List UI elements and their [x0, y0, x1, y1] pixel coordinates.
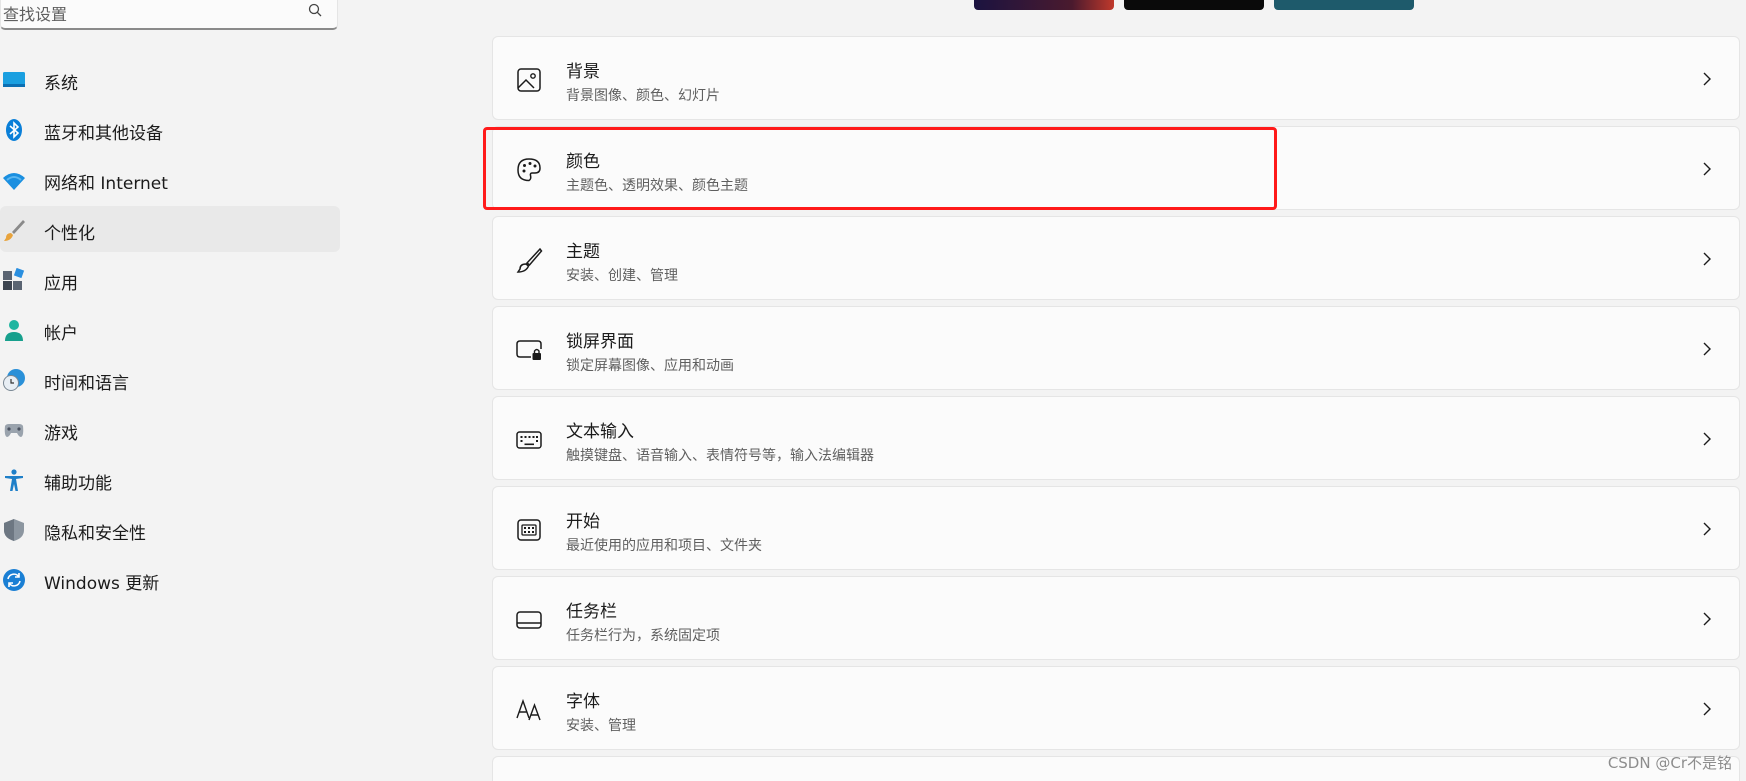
palette-icon [517, 158, 541, 182]
setting-card-subtitle: 安装、管理 [566, 718, 636, 734]
sidebar-item-personalization[interactable]: 个性化 [0, 206, 340, 252]
bluetooth-icon [6, 119, 22, 141]
chevron-right-icon [1703, 432, 1711, 446]
setting-card-subtitle: 安装、创建、管理 [566, 268, 678, 284]
sidebar-item-accounts[interactable]: 帐户 [0, 306, 340, 352]
setting-card-title: 主题 [566, 242, 600, 262]
setting-card-fonts[interactable]: 字体 安装、管理 [492, 666, 1740, 750]
setting-card-subtitle: 背景图像、颜色、幻灯片 [566, 88, 720, 104]
monitor-icon [3, 72, 25, 87]
setting-card-start[interactable]: 开始 最近使用的应用和项目、文件夹 [492, 486, 1740, 570]
person-icon [5, 320, 23, 341]
search-box[interactable]: 查找设置 [0, 0, 338, 30]
sidebar-item-label: 应用 [44, 274, 78, 294]
sidebar-nav: 系统 蓝牙和其他设备 网络和 Internet 个性化 应用 帐户 时间和语言 … [0, 56, 340, 606]
chevron-right-icon [1703, 612, 1711, 626]
search-placeholder: 查找设置 [3, 5, 68, 24]
setting-card-lock-screen[interactable]: 锁屏界面 锁定屏幕图像、应用和动画 [492, 306, 1740, 390]
sidebar-item-label: 系统 [44, 74, 78, 94]
sidebar-item-label: 时间和语言 [44, 374, 129, 394]
setting-card-colors[interactable]: 颜色 主题色、透明效果、颜色主题 [492, 126, 1740, 210]
setting-card-subtitle: 主题色、透明效果、颜色主题 [566, 178, 748, 194]
sidebar-item-label: Windows 更新 [44, 574, 160, 594]
apps-icon [3, 268, 25, 290]
globe-clock-icon [3, 369, 25, 391]
setting-card-background[interactable]: 背景 背景图像、颜色、幻灯片 [492, 36, 1740, 120]
sidebar-item-label: 网络和 Internet [44, 174, 168, 194]
sidebar-item-label: 个性化 [44, 224, 95, 244]
shield-icon [4, 519, 24, 541]
theme-thumbnail[interactable] [1124, 0, 1264, 10]
setting-card-subtitle: 最近使用的应用和项目、文件夹 [566, 538, 762, 554]
font-icon [516, 698, 541, 721]
chevron-right-icon [1703, 162, 1711, 176]
wifi-icon [3, 173, 25, 190]
setting-card-text-input[interactable]: 文本输入 触摸键盘、语音输入、表情符号等，输入法编辑器 [492, 396, 1740, 480]
search-icon[interactable] [307, 2, 323, 18]
sidebar-item-label: 辅助功能 [44, 474, 112, 494]
chevron-right-icon [1703, 522, 1711, 536]
sidebar-item-network[interactable]: 网络和 Internet [0, 156, 340, 202]
setting-card-title: 文本输入 [566, 422, 634, 442]
keyboard-icon [516, 431, 542, 449]
chevron-right-icon [1703, 252, 1711, 266]
setting-card-subtitle: 触摸键盘、语音输入、表情符号等，输入法编辑器 [566, 448, 874, 464]
image-icon [517, 68, 541, 92]
update-icon [3, 569, 25, 591]
setting-card-taskbar[interactable]: 任务栏 任务栏行为，系统固定项 [492, 576, 1740, 660]
sidebar-item-apps[interactable]: 应用 [0, 256, 340, 302]
setting-card-subtitle: 锁定屏幕图像、应用和动画 [566, 358, 734, 374]
sidebar-item-label: 隐私和安全性 [44, 524, 146, 544]
setting-card-subtitle: 任务栏行为，系统固定项 [566, 628, 720, 644]
setting-card-themes[interactable]: 主题 安装、创建、管理 [492, 216, 1740, 300]
theme-thumbnail[interactable] [974, 0, 1114, 10]
watermark: CSDN @Cr不是铭 [1607, 754, 1732, 772]
sidebar-item-label: 游戏 [44, 424, 78, 444]
lock-screen-icon [516, 340, 542, 360]
sidebar-item-time-language[interactable]: 时间和语言 [0, 356, 340, 402]
chevron-right-icon [1703, 342, 1711, 356]
sidebar-item-windows-update[interactable]: Windows 更新 [0, 556, 340, 602]
setting-card-partial[interactable] [492, 756, 1740, 781]
sidebar-item-privacy[interactable]: 隐私和安全性 [0, 506, 340, 552]
setting-card-title: 背景 [566, 62, 600, 82]
brush-icon [516, 247, 543, 273]
taskbar-icon [516, 611, 542, 629]
theme-thumbnail[interactable] [1274, 0, 1414, 10]
start-icon [517, 519, 541, 541]
sidebar-item-label: 蓝牙和其他设备 [44, 124, 163, 144]
accessibility-icon [5, 469, 23, 491]
sidebar-item-label: 帐户 [44, 324, 78, 344]
chevron-right-icon [1703, 72, 1711, 86]
setting-card-title: 开始 [566, 512, 600, 532]
setting-card-title: 任务栏 [566, 602, 617, 622]
setting-card-title: 字体 [566, 692, 600, 712]
sidebar-item-bluetooth[interactable]: 蓝牙和其他设备 [0, 106, 340, 152]
sidebar-item-accessibility[interactable]: 辅助功能 [0, 456, 340, 502]
chevron-right-icon [1703, 702, 1711, 716]
sidebar-item-gaming[interactable]: 游戏 [0, 406, 340, 452]
brush-icon [4, 220, 25, 241]
setting-card-title: 颜色 [566, 152, 600, 172]
gamepad-icon [4, 424, 24, 437]
setting-card-title: 锁屏界面 [566, 332, 634, 352]
sidebar-item-system[interactable]: 系统 [0, 56, 340, 102]
settings-window: 查找设置 系统 蓝牙和其他设备 网络和 Internet 个性化 应用 帐户 时… [0, 0, 1746, 781]
personalization-settings-list: 背景 背景图像、颜色、幻灯片 颜色 主题色、透明效果、颜色主题 主题 安装、创建… [492, 36, 1740, 781]
